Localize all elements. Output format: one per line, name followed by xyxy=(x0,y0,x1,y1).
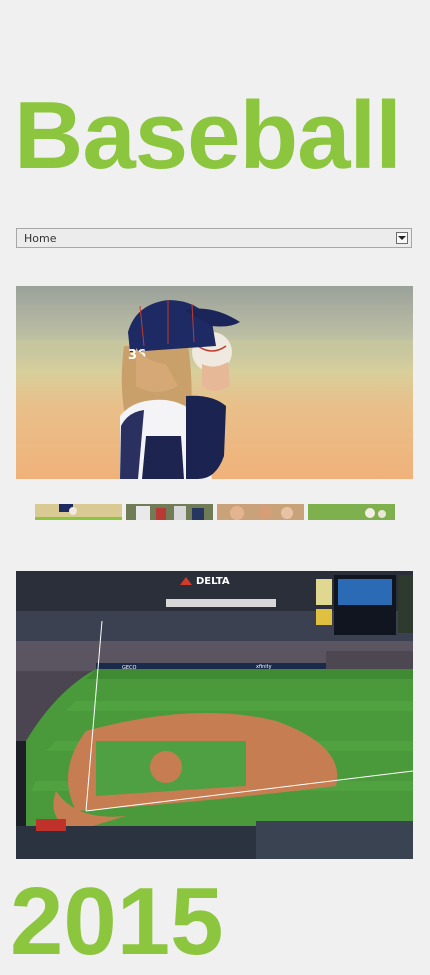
navigation-select[interactable]: Home xyxy=(16,228,412,248)
slider-thumbnail[interactable] xyxy=(217,504,304,520)
slider-thumbnail[interactable] xyxy=(308,504,395,520)
year-heading: 2015 xyxy=(10,868,224,975)
slider-thumbnails xyxy=(35,504,395,520)
chevron-down-icon[interactable] xyxy=(396,232,408,244)
site-logo[interactable]: Baseball xyxy=(14,88,402,184)
hero-slide-image: 36 xyxy=(16,286,413,479)
slider-thumbnail[interactable] xyxy=(35,504,122,520)
navigation-select-value: Home xyxy=(24,231,57,245)
stadium-sign: DELTA xyxy=(196,576,230,587)
stadium-image: DELTA GECO xfinity xyxy=(16,571,413,859)
slider-thumbnail[interactable] xyxy=(126,504,213,520)
